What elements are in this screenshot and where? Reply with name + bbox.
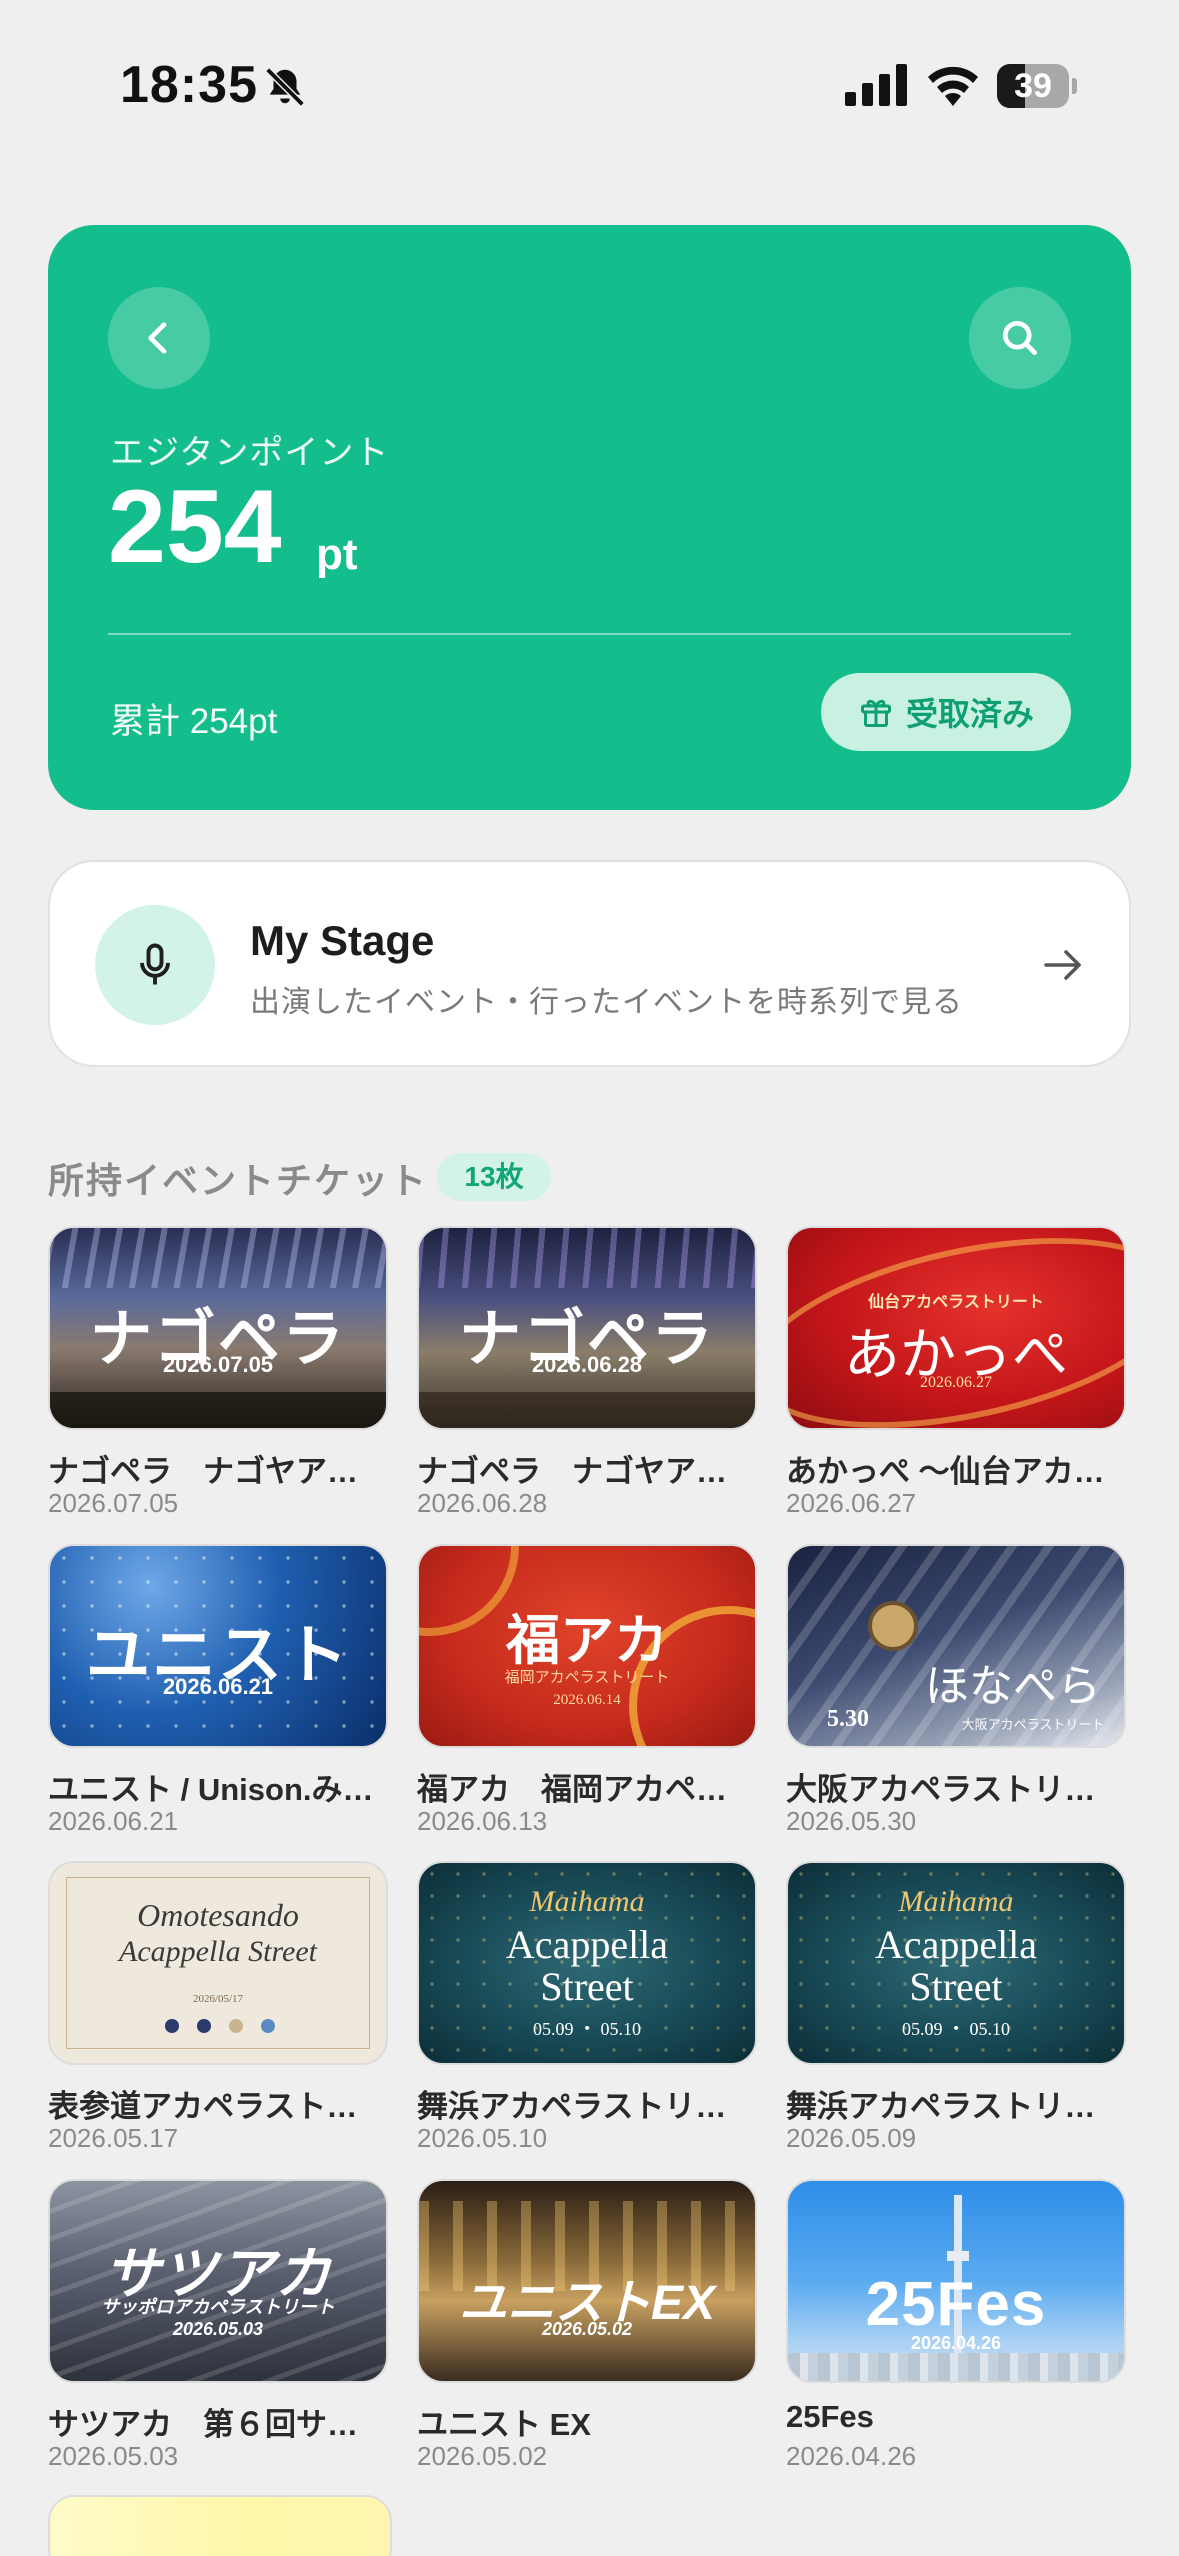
ticket-title: あかっぺ ～仙台アカ… [786,1454,1105,1489]
ticket-title: 舞浜アカペラストリート [417,2089,757,2124]
ticket-thumbnail: ほなぺら 5.30 大阪アカペラストリート [786,1544,1126,1748]
divider [108,633,1071,635]
points-card: エジタンポイント 254 pt 累計 254pt 受取済み [48,225,1131,810]
ticket-date: 2026.06.28 [417,1488,548,1518]
ticket-title: ユニスト / Unison.み… [48,1772,374,1807]
points-value: 254 [108,469,282,585]
ticket-title: ナゴペラ ナゴヤアカ… [48,1454,388,1489]
mic-badge [95,905,215,1025]
received-label: 受取済み [905,696,1034,732]
my-stage-card[interactable]: My Stage 出演したイベント・行ったイベントを時系列で見る [48,860,1131,1067]
status-bar: 18:35 39 [0,0,1179,175]
gift-icon [860,699,891,727]
ticket-date: 2026.06.27 [786,1488,917,1518]
ticket-count-badge: 13枚 [437,1153,551,1201]
my-stage-subtitle: 出演したイベント・行ったイベントを時系列で見る [250,986,963,1019]
ticket-title: 福アカ 福岡アカペラ… [417,1772,757,1807]
ticket-thumbnail: Maihama Acappella Street 05.09 ・ 05.10 [417,1861,757,2065]
battery-percent: 39 [1014,67,1052,105]
ticket-date: 2026.06.21 [48,1806,179,1836]
received-button[interactable]: 受取済み [821,673,1071,751]
ticket-date: 2026.06.13 [417,1806,548,1836]
ticket-thumbnail: 仙台アカペラストリート あかっぺ 2026.06.27 [786,1226,1126,1430]
wifi-icon [928,66,978,106]
arrow-right-icon [1044,950,1081,980]
ticket-title: サツアカ 第６回サッ… [48,2407,388,2442]
tickets-section-title: 所持イベントチケット [48,1160,429,1201]
chevron-left-icon [148,322,167,354]
ticket-thumbnail: ナゴペラ 2026.06.28 [417,1226,757,1430]
search-icon [1002,320,1038,356]
ticket-thumbnail: ユニスト 2026.06.21 [48,1544,388,1748]
ticket-thumbnail: 25Fes 2026.04.26 [786,2179,1126,2383]
ticket-date: 2026.05.30 [786,1806,917,1836]
ticket-date: 2026.05.17 [48,2123,179,2153]
microphone-icon [140,943,170,985]
battery-indicator: 39 [997,64,1077,108]
ticket-title: 25Fes [786,2399,874,2434]
points-label: エジタンポイント [110,434,390,472]
ticket-thumbnail-partial[interactable] [48,2495,392,2556]
bell-slash-icon [265,67,305,107]
back-button[interactable] [108,287,210,389]
cellular-signal-icon [845,64,907,106]
status-time: 18:35 [120,56,258,114]
ticket-title: ナゴペラ ナゴヤアカ… [417,1454,757,1489]
ticket-title: 大阪アカペラストリート [786,1772,1126,1807]
ticket-title: 舞浜アカペラストリート [786,2089,1126,2124]
my-stage-title: My Stage [250,917,435,964]
ticket-thumbnail: サツアカ サッポロアカペラストリート 2026.05.03 [48,2179,388,2383]
ticket-title: 表参道アカペラストリ… [48,2089,388,2124]
ticket-date: 2026.05.10 [417,2123,548,2153]
search-button[interactable] [969,287,1071,389]
ticket-date: 2026.05.02 [417,2441,548,2471]
ticket-thumbnail: ユニストEX 2026.05.02 [417,2179,757,2383]
ticket-date: 2026.05.09 [786,2123,917,2153]
ticket-thumbnail: Maihama Acappella Street 05.09 ・ 05.10 [786,1861,1126,2065]
ticket-thumbnail: ナゴペラ 2026.07.05 [48,1226,388,1430]
ticket-thumbnail: Omotesando Acappella Street 2026/05/17 [48,1861,388,2065]
ticket-title: ユニスト EX [417,2407,591,2442]
ticket-date: 2026.05.03 [48,2441,179,2471]
points-total: 累計 254pt [110,702,278,741]
ticket-date: 2026.04.26 [786,2441,917,2471]
points-unit: pt [316,530,358,579]
ticket-thumbnail: 福アカ 福岡アカペラストリート 2026.06.14 [417,1544,757,1748]
ticket-date: 2026.07.05 [48,1488,179,1518]
